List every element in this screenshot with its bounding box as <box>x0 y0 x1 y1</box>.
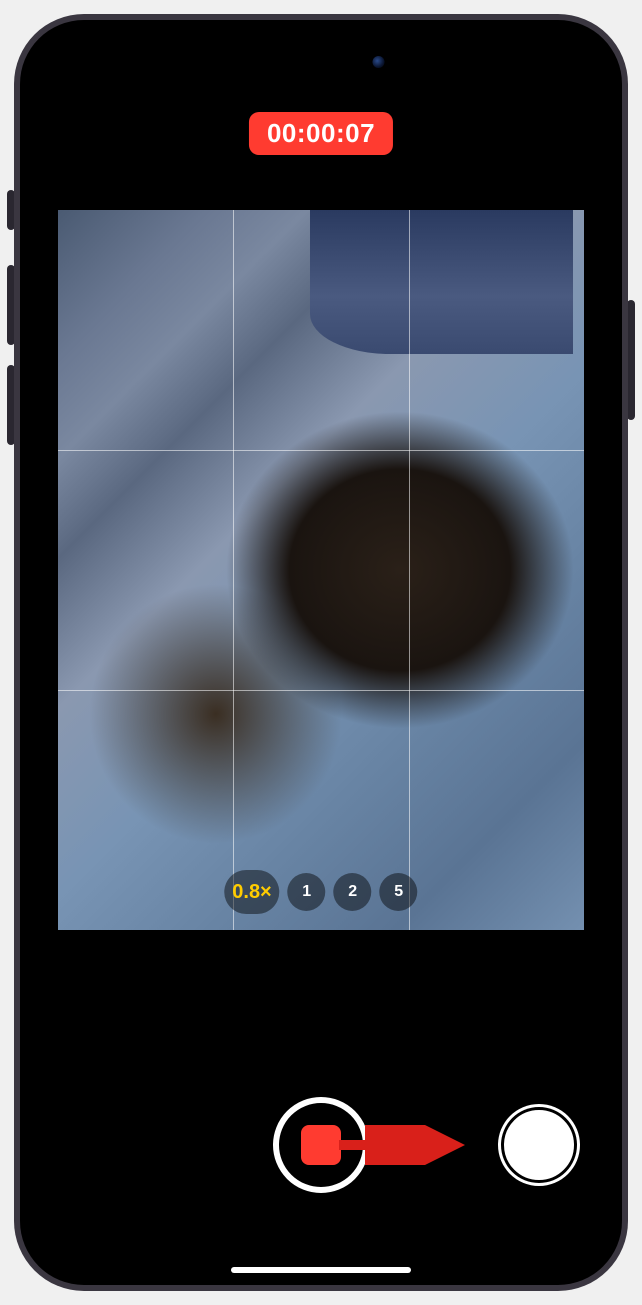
zoom-controls: 0.8× 1 2 5 <box>224 870 417 914</box>
dynamic-island <box>244 42 399 82</box>
capture-controls <box>20 1075 622 1215</box>
capture-photo-button[interactable] <box>504 1110 574 1180</box>
zoom-option-selected[interactable]: 0.8× <box>224 870 279 914</box>
recording-timer: 00:00:07 <box>249 112 393 155</box>
stop-record-button[interactable] <box>273 1097 369 1193</box>
zoom-option-5x[interactable]: 5 <box>380 873 418 911</box>
zoom-option-2x[interactable]: 2 <box>334 873 372 911</box>
power-button <box>627 300 635 420</box>
zoom-option-1x[interactable]: 1 <box>288 873 326 911</box>
phone-frame: 00:00:07 0.8× 1 2 5 <box>14 14 628 1291</box>
screen: 00:00:07 0.8× 1 2 5 <box>20 20 622 1285</box>
home-indicator[interactable] <box>231 1267 411 1273</box>
camera-viewfinder[interactable]: 0.8× 1 2 5 <box>58 210 584 930</box>
viewfinder-image <box>58 210 584 930</box>
stop-icon <box>301 1125 341 1165</box>
